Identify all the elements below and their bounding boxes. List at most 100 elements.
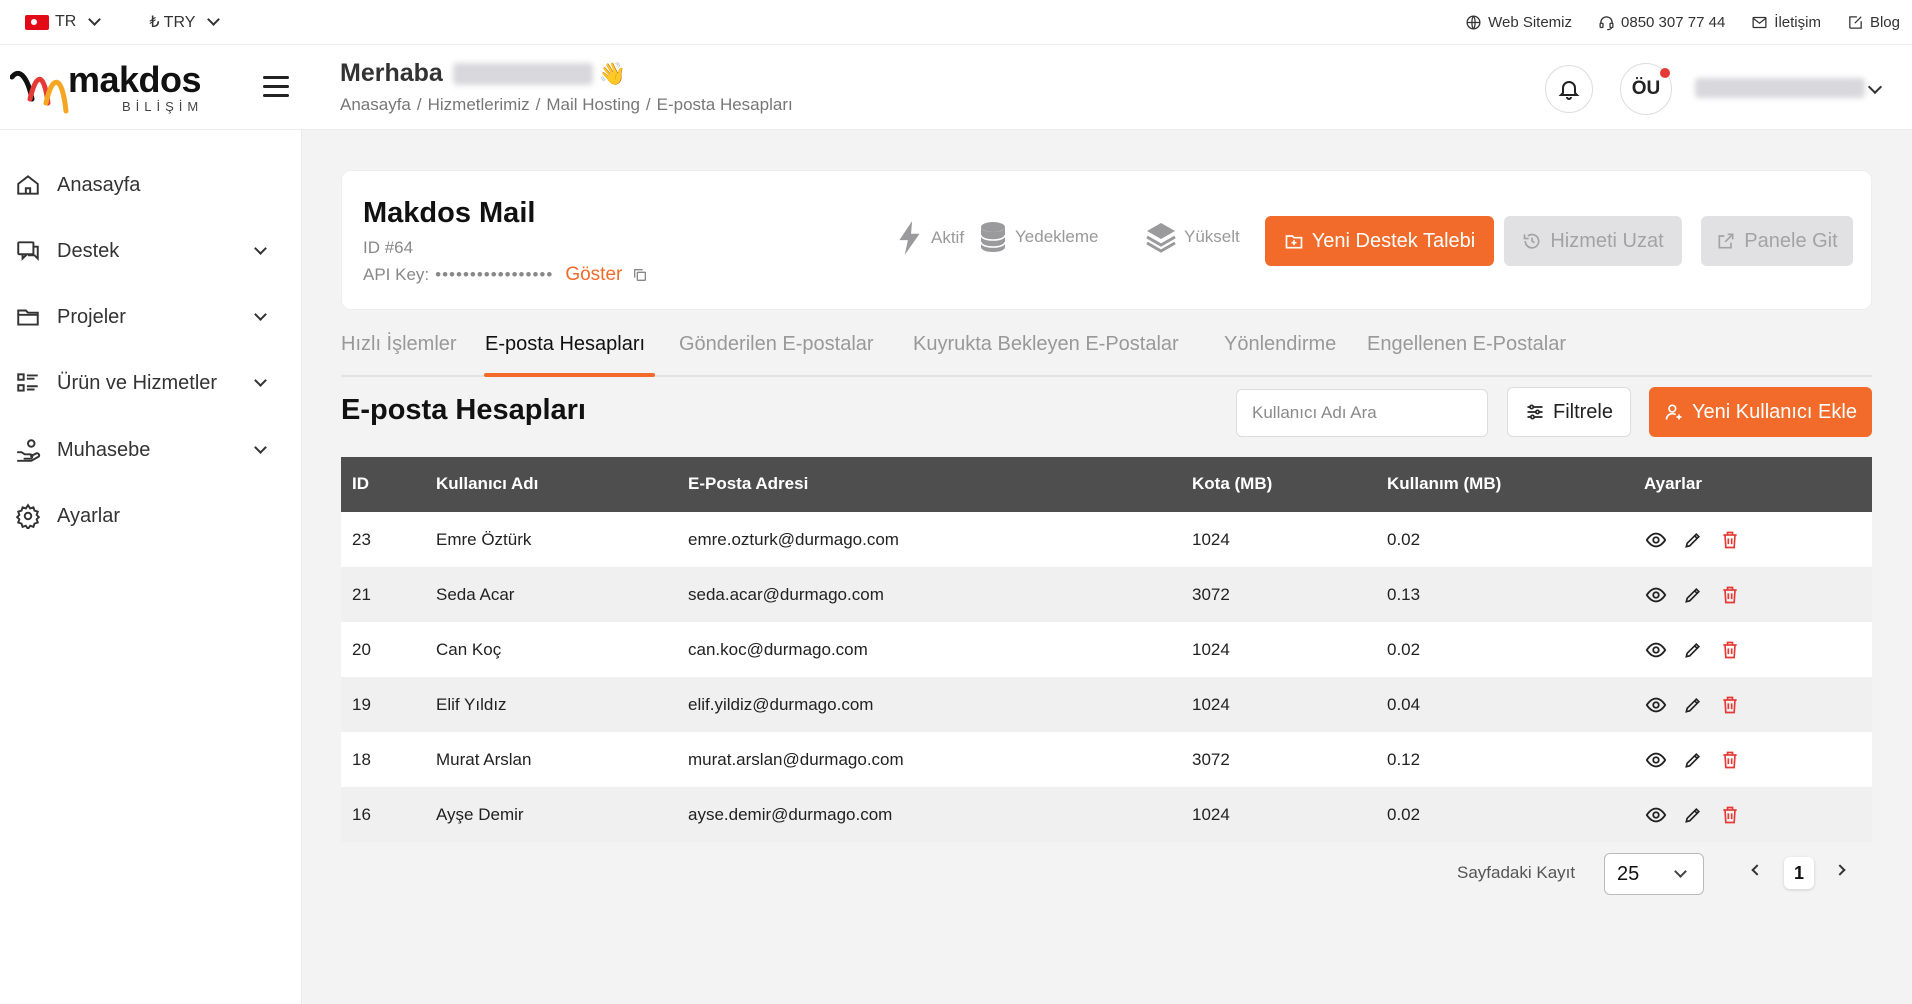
go-to-panel-button[interactable]: Panele Git: [1701, 216, 1853, 266]
avatar[interactable]: ÖU: [1620, 63, 1672, 115]
top-links: Web Sitemiz 0850 307 77 44 İletişim Blog: [1465, 14, 1900, 31]
chevron-down-icon[interactable]: [1867, 79, 1883, 95]
breadcrumb-services[interactable]: Hizmetlerimiz: [428, 95, 530, 114]
sidebar-item-label: Muhasebe: [57, 438, 151, 461]
delete-trash-icon[interactable]: [1718, 638, 1741, 661]
contact-link[interactable]: İletişim: [1751, 14, 1821, 31]
tab-blocked-emails[interactable]: Engellenen E-Postalar: [1367, 333, 1566, 356]
website-label: Web Sitemiz: [1488, 13, 1573, 31]
blog-link[interactable]: Blog: [1847, 14, 1900, 31]
extend-label: Hizmeti Uzat: [1550, 229, 1664, 252]
new-support-ticket-button[interactable]: Yeni Destek Talebi: [1265, 216, 1494, 266]
cell-id: 23: [352, 530, 371, 549]
cell-usage: 0.04: [1387, 695, 1421, 714]
sidebar-item-settings[interactable]: Ayarlar: [0, 492, 302, 540]
tab-email-accounts[interactable]: E-posta Hesapları: [485, 333, 645, 356]
delete-trash-icon[interactable]: [1718, 528, 1741, 551]
tab-quick-actions[interactable]: Hızlı İşlemler: [341, 333, 457, 356]
filter-button[interactable]: Filtrele: [1507, 387, 1631, 437]
breadcrumb-current: E-posta Hesapları: [656, 95, 793, 114]
edit-pencil-icon[interactable]: [1681, 748, 1704, 771]
delete-trash-icon[interactable]: [1718, 693, 1741, 716]
website-link[interactable]: Web Sitemiz: [1465, 14, 1572, 31]
list-icon: [17, 373, 38, 392]
layers-icon: [1146, 223, 1176, 253]
external-link-icon: [1718, 233, 1734, 249]
greeting-text: Merhaba: [340, 59, 443, 87]
column-header-email: E-Posta Adresi: [688, 474, 809, 493]
chevron-down-icon: [254, 308, 267, 321]
sidebar-item-projects[interactable]: Projeler: [0, 293, 302, 341]
edit-pencil-icon[interactable]: [1681, 583, 1704, 606]
cell-usage: 0.13: [1387, 585, 1421, 604]
cell-email: seda.acar@durmago.com: [688, 585, 884, 604]
show-api-key-link[interactable]: Göster: [565, 264, 622, 286]
phone-link[interactable]: 0850 307 77 44: [1598, 14, 1725, 31]
search-input[interactable]: [1236, 389, 1488, 437]
brand-logo[interactable]: makdos BİLİŞİM: [10, 59, 215, 121]
blurred-user-fullname[interactable]: [1695, 78, 1865, 98]
next-page-button[interactable]: [1834, 864, 1846, 876]
backup-link[interactable]: Yedekleme: [979, 221, 1099, 253]
row-actions: [1644, 528, 1741, 551]
copy-icon[interactable]: [632, 267, 648, 283]
cell-email: emre.ozturk@durmago.com: [688, 530, 899, 549]
bell-icon: [1558, 81, 1580, 100]
view-eye-icon[interactable]: [1644, 638, 1667, 661]
cell-id: 20: [352, 640, 371, 659]
row-actions: [1644, 748, 1741, 771]
tab-forwarding[interactable]: Yönlendirme: [1224, 333, 1336, 356]
edit-pencil-icon[interactable]: [1681, 638, 1704, 661]
cell-id: 18: [352, 750, 371, 769]
view-eye-icon[interactable]: [1644, 693, 1667, 716]
sidebar-item-products[interactable]: Ürün ve Hizmetler: [0, 359, 302, 407]
sidebar-item-support[interactable]: Destek: [0, 227, 302, 275]
breadcrumb-separator: /: [645, 95, 651, 114]
cell-quota: 1024: [1192, 695, 1230, 714]
language-select[interactable]: TR: [25, 13, 102, 31]
notifications-button[interactable]: [1545, 65, 1593, 113]
chevron-down-icon: [254, 374, 267, 387]
menu-toggle-button[interactable]: [263, 76, 289, 100]
tab-sent-emails[interactable]: Gönderilen E-postalar: [679, 333, 874, 356]
delete-trash-icon[interactable]: [1718, 803, 1741, 826]
cell-email: can.koc@durmago.com: [688, 640, 868, 659]
notification-dot: [1660, 68, 1670, 78]
cell-username: Elif Yıldız: [436, 695, 507, 714]
currency-select[interactable]: ₺ TRY: [149, 12, 221, 32]
view-eye-icon[interactable]: [1644, 748, 1667, 771]
sidebar-item-home[interactable]: Anasayfa: [0, 161, 302, 209]
mail-icon: [1752, 16, 1767, 28]
lightning-icon: [899, 221, 920, 255]
page-number-current[interactable]: 1: [1784, 857, 1814, 889]
cell-quota: 1024: [1192, 805, 1230, 824]
language-label: TR: [55, 13, 77, 30]
previous-page-button[interactable]: [1751, 864, 1763, 876]
breadcrumb-mail-hosting[interactable]: Mail Hosting: [546, 95, 640, 114]
sidebar-item-accounting[interactable]: Muhasebe: [0, 426, 302, 474]
tab-queued-emails[interactable]: Kuyrukta Bekleyen E-Postalar: [913, 333, 1179, 356]
edit-pencil-icon[interactable]: [1681, 803, 1704, 826]
cell-id: 21: [352, 585, 371, 604]
chevron-down-icon: [207, 13, 221, 26]
delete-trash-icon[interactable]: [1718, 748, 1741, 771]
edit-pencil-icon[interactable]: [1681, 528, 1704, 551]
edit-pencil-icon[interactable]: [1681, 693, 1704, 716]
service-title: Makdos Mail: [363, 197, 536, 229]
view-eye-icon[interactable]: [1644, 528, 1667, 551]
breadcrumb-separator: /: [535, 95, 541, 114]
per-page-select[interactable]: 25: [1604, 853, 1704, 895]
wave-emoji: 👋: [598, 60, 627, 86]
breadcrumb-home[interactable]: Anasayfa: [340, 95, 411, 114]
add-user-button[interactable]: Yeni Kullanıcı Ekle: [1649, 387, 1872, 437]
view-eye-icon[interactable]: [1644, 583, 1667, 606]
per-page-value: 25: [1617, 862, 1640, 885]
cell-quota: 1024: [1192, 640, 1230, 659]
upgrade-link[interactable]: Yükselt: [1146, 221, 1240, 253]
delete-trash-icon[interactable]: [1718, 583, 1741, 606]
cell-quota: 1024: [1192, 530, 1230, 549]
extend-service-button[interactable]: Hizmeti Uzat: [1504, 216, 1682, 266]
view-eye-icon[interactable]: [1644, 803, 1667, 826]
upgrade-label: Yükselt: [1184, 227, 1240, 246]
cell-email: ayse.demir@durmago.com: [688, 805, 893, 824]
